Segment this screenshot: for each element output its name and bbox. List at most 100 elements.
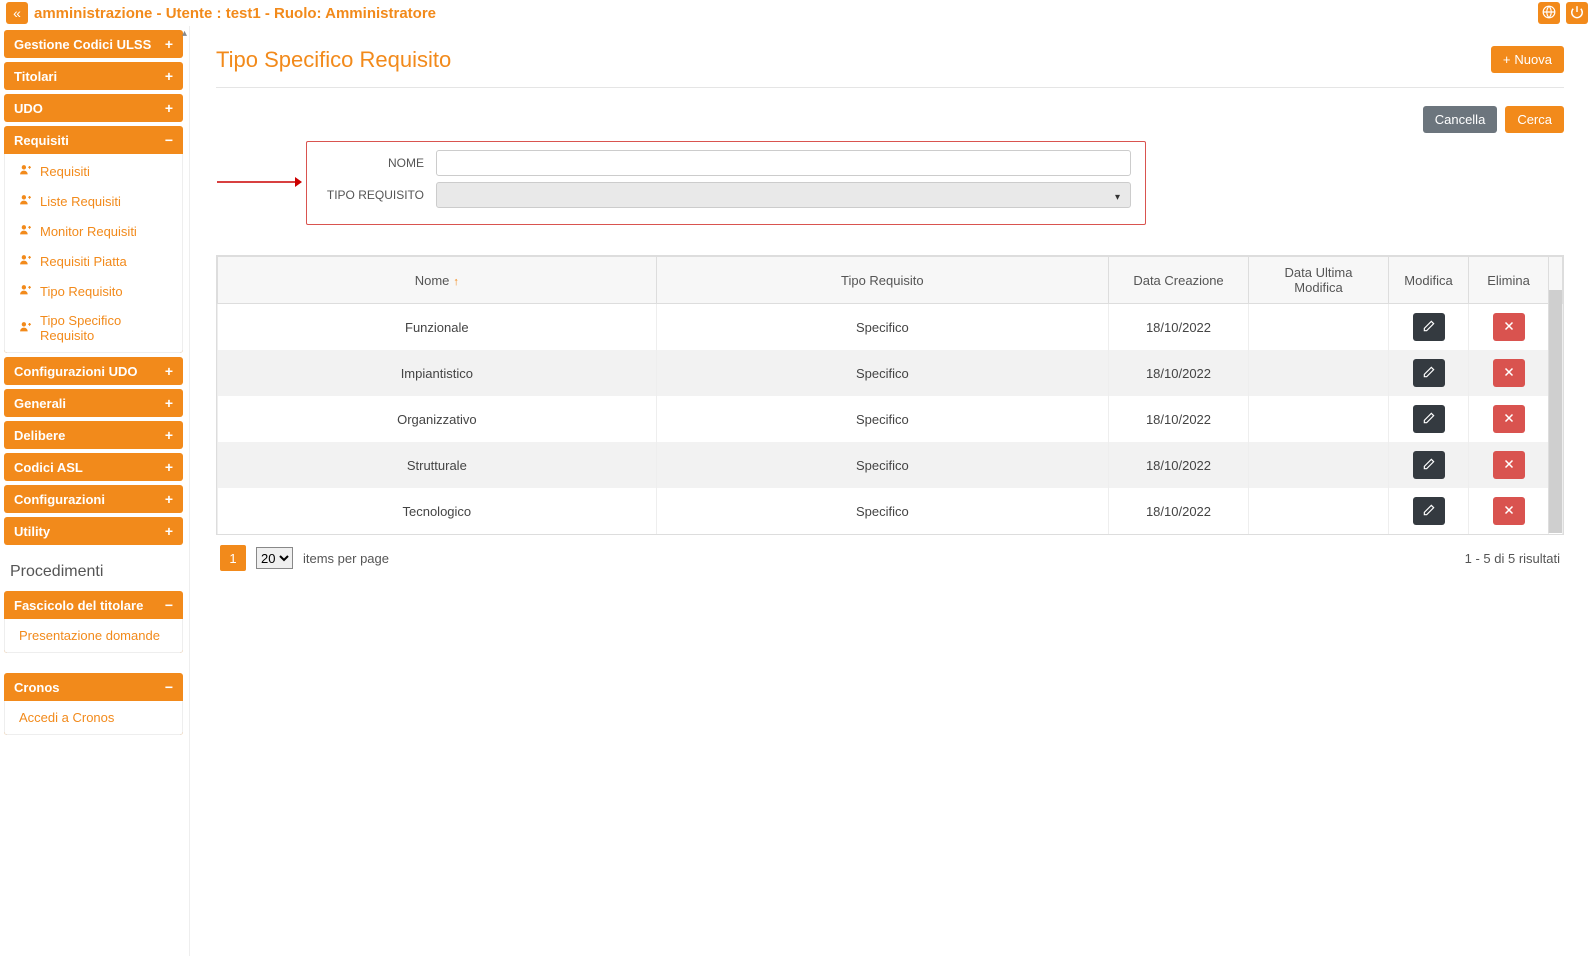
sidebar-group-header[interactable]: Titolari+ [4, 62, 183, 90]
language-button[interactable] [1538, 2, 1560, 24]
sidebar-group-header[interactable]: Utility+ [4, 517, 183, 545]
cell-data-creazione: 18/10/2022 [1109, 304, 1249, 351]
minus-icon: − [165, 679, 173, 695]
close-icon [1503, 504, 1515, 519]
logout-button[interactable] [1566, 2, 1588, 24]
cancel-button-label: Cancella [1435, 112, 1486, 127]
sidebar-group-header[interactable]: Cronos − [4, 673, 183, 701]
edit-button[interactable] [1413, 405, 1445, 433]
table-scrollbar[interactable] [1548, 290, 1562, 533]
cell-data-creazione: 18/10/2022 [1109, 350, 1249, 396]
edit-button[interactable] [1413, 313, 1445, 341]
column-header[interactable]: Tipo Requisito [656, 257, 1108, 304]
page-number[interactable]: 1 [220, 545, 246, 571]
plus-icon: + [165, 491, 173, 507]
edit-button[interactable] [1413, 497, 1445, 525]
nome-label: NOME [321, 156, 436, 170]
power-icon [1570, 5, 1584, 22]
table-row: ImpiantisticoSpecifico18/10/2022 [218, 350, 1563, 396]
sidebar-item[interactable]: Requisiti [5, 156, 182, 186]
scrollbar-thumb[interactable] [1549, 290, 1562, 533]
table-row: OrganizzativoSpecifico18/10/2022 [218, 396, 1563, 442]
sidebar-group-header[interactable]: Fascicolo del titolare− [4, 591, 183, 619]
chevron-left-double-icon: « [13, 5, 21, 21]
edit-icon [1422, 411, 1436, 428]
sidebar-group-label: Generali [14, 396, 66, 411]
nome-input[interactable] [436, 150, 1131, 176]
close-icon [1503, 320, 1515, 335]
sidebar-group-label: UDO [14, 101, 43, 116]
new-button[interactable]: + Nuova [1491, 46, 1564, 73]
sidebar-group: Gestione Codici ULSS+ [4, 30, 183, 58]
sidebar-group-items: Presentazione domande [4, 619, 183, 653]
column-header[interactable]: Elimina [1469, 257, 1549, 304]
cell-edit [1389, 350, 1469, 396]
sidebar-item[interactable]: Tipo Requisito [5, 276, 182, 306]
sidebar-item[interactable]: Tipo Specifico Requisito [5, 306, 182, 350]
sidebar-group-header[interactable]: Delibere+ [4, 421, 183, 449]
pager: 1 20 items per page 1 - 5 di 5 risultati [216, 535, 1564, 581]
sidebar-group-header[interactable]: Generali+ [4, 389, 183, 417]
plus-icon: + [165, 100, 173, 116]
sidebar-group-header[interactable]: Gestione Codici ULSS+ [4, 30, 183, 58]
sidebar-group-label: Codici ASL [14, 460, 83, 475]
sidebar-group-label: Cronos [14, 680, 60, 695]
column-header[interactable]: Nome↑ [218, 257, 657, 304]
sidebar-group: Delibere+ [4, 421, 183, 449]
delete-button[interactable] [1493, 313, 1525, 341]
delete-button[interactable] [1493, 359, 1525, 387]
new-button-label: Nuova [1514, 52, 1552, 67]
search-button[interactable]: Cerca [1505, 106, 1564, 133]
cell-edit [1389, 442, 1469, 488]
delete-button[interactable] [1493, 451, 1525, 479]
data-table: Nome↑Tipo RequisitoData CreazioneData Ul… [217, 256, 1563, 534]
sidebar-item-label: Monitor Requisiti [40, 224, 137, 239]
sidebar-group-items: Accedi a Cronos [4, 701, 183, 735]
annotation-arrow-icon [217, 172, 302, 192]
edit-button[interactable] [1413, 451, 1445, 479]
cell-nome: Impiantistico [218, 350, 657, 396]
sidebar-group: UDO + [4, 94, 183, 122]
page-title: Tipo Specifico Requisito [216, 47, 451, 73]
page-size-select[interactable]: 20 [256, 547, 293, 569]
delete-button[interactable] [1493, 497, 1525, 525]
delete-button[interactable] [1493, 405, 1525, 433]
sidebar-group-header[interactable]: Codici ASL+ [4, 453, 183, 481]
data-table-wrap: Nome↑Tipo RequisitoData CreazioneData Ul… [216, 255, 1564, 535]
cell-edit [1389, 488, 1469, 534]
column-header[interactable]: Modifica [1389, 257, 1469, 304]
sidebar: ▴ Gestione Codici ULSS+Titolari+UDO+Requ… [0, 26, 190, 956]
tipo-requisito-select[interactable] [436, 182, 1131, 208]
sidebar-group-header[interactable]: UDO + [4, 94, 183, 122]
sidebar-group: Titolari+ [4, 62, 183, 90]
sidebar-item[interactable]: Accedi a Cronos [5, 703, 182, 732]
sidebar-group-header[interactable]: Configurazioni+ [4, 485, 183, 513]
cancel-button[interactable]: Cancella [1423, 106, 1498, 133]
plus-icon: + [165, 523, 173, 539]
cell-tipo: Specifico [656, 350, 1108, 396]
edit-button[interactable] [1413, 359, 1445, 387]
sidebar-item[interactable]: Requisiti Piatta [5, 246, 182, 276]
plus-icon: + [165, 363, 173, 379]
collapse-sidebar-button[interactable]: « [6, 2, 28, 24]
cell-data-creazione: 18/10/2022 [1109, 442, 1249, 488]
sidebar-item-label: Tipo Requisito [40, 284, 123, 299]
sidebar-group-header[interactable]: Requisiti− [4, 126, 183, 154]
sidebar-item[interactable]: Monitor Requisiti [5, 216, 182, 246]
sidebar-item[interactable]: Presentazione domande [5, 621, 182, 650]
cell-nome: Tecnologico [218, 488, 657, 534]
user-icon [19, 320, 32, 336]
user-icon [19, 283, 32, 299]
cell-nome: Funzionale [218, 304, 657, 351]
sidebar-group-label: Titolari [14, 69, 57, 84]
column-header[interactable]: Data Creazione [1109, 257, 1249, 304]
sidebar-group: Generali+ [4, 389, 183, 417]
minus-icon: − [165, 132, 173, 148]
sidebar-item[interactable]: Liste Requisiti [5, 186, 182, 216]
search-form: NOME TIPO REQUISITO [306, 141, 1146, 225]
column-header[interactable]: Data Ultima Modifica [1249, 257, 1389, 304]
close-icon [1503, 366, 1515, 381]
edit-icon [1422, 365, 1436, 382]
sidebar-group-header[interactable]: Configurazioni UDO+ [4, 357, 183, 385]
cell-edit [1389, 304, 1469, 351]
